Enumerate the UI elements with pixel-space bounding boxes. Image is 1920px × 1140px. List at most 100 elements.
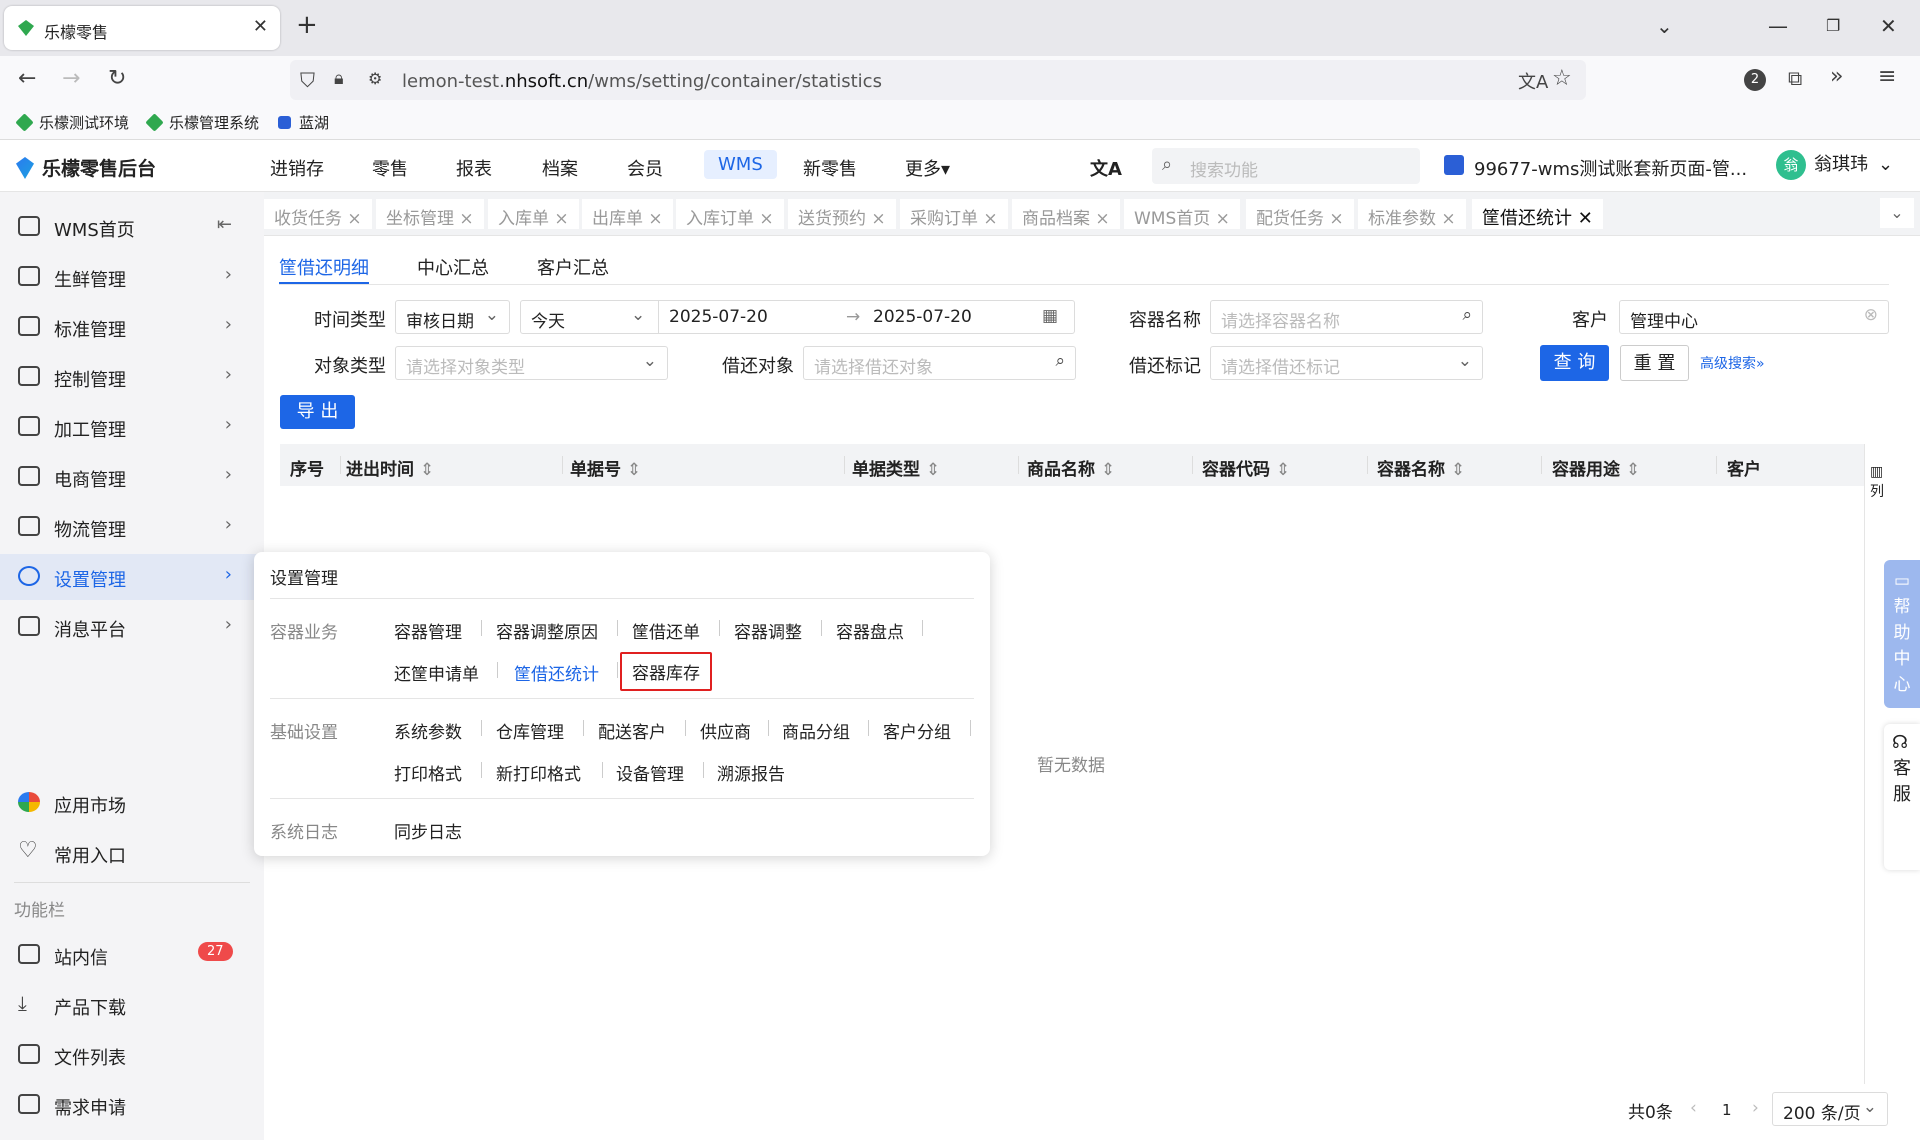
sidebar-item-files[interactable]: 文件列表 [0, 1032, 264, 1078]
sidebar-item-processing[interactable]: 加工管理 › [0, 404, 264, 450]
link-device-mgmt[interactable]: 设备管理 [616, 760, 684, 785]
tab-purchase-order[interactable]: 采购订单 × [900, 199, 1008, 229]
col-product[interactable]: 商品名称 ⇕ [1027, 455, 1115, 480]
customer-service-button[interactable]: ☊ 客服 [1884, 724, 1920, 870]
nav-inventory[interactable]: 进销存 [270, 155, 324, 181]
bookmark-star-icon[interactable]: ☆ [1552, 66, 1572, 91]
sidebar-item-app-market[interactable]: 应用市场 [0, 780, 264, 826]
function-search[interactable]: ⌕ 搜索功能 [1152, 148, 1420, 184]
borrow-mark-select[interactable]: 请选择借还标记 ⌄ [1210, 346, 1483, 380]
nav-retail[interactable]: 零售 [372, 155, 408, 181]
tab-outbound[interactable]: 出库单 × [582, 199, 673, 229]
link-product-group[interactable]: 商品分组 [782, 718, 850, 743]
current-page[interactable]: 1 [1722, 1101, 1732, 1119]
extensions-icon[interactable]: ⧉ [1788, 66, 1802, 90]
link-sync-log[interactable]: 同步日志 [394, 818, 462, 843]
bookmark-lanhu[interactable]: 蓝湖 [278, 112, 329, 133]
customer-select[interactable]: 管理中心 ⊗ [1619, 300, 1889, 334]
object-type-select[interactable]: 请选择对象类型 ⌄ [395, 346, 668, 380]
link-trace-report[interactable]: 溯源报告 [717, 760, 785, 785]
nav-more[interactable]: 更多▾ [905, 155, 950, 181]
tab-inbound-order[interactable]: 入库订单 × [676, 199, 784, 229]
app-logo[interactable]: 乐檬零售后台 [16, 154, 156, 181]
tab-crate-statistics[interactable]: 筐借还统计 ✕ [1472, 199, 1603, 229]
collapse-sidebar-icon[interactable]: ⇤ [217, 214, 232, 235]
sidebar-item-standard[interactable]: 标准管理 › [0, 304, 264, 350]
prev-page-icon[interactable]: ‹ [1690, 1098, 1697, 1118]
sidebar-item-download[interactable]: ⤓ 产品下载 [0, 982, 264, 1028]
tab-receiving[interactable]: 收货任务 × [264, 199, 372, 229]
nav-member[interactable]: 会员 [627, 155, 663, 181]
tab-delivery-booking[interactable]: 送货预约 × [788, 199, 896, 229]
shield-icon[interactable]: ⛉ [300, 68, 315, 92]
minimize-icon[interactable]: — [1768, 14, 1788, 38]
address-bar[interactable]: ⛉ 🔒︎ ⚙ lemon-test.nhsoft.cn/wms/setting/… [290, 60, 1586, 100]
link-new-print-format[interactable]: 新打印格式 [496, 760, 581, 785]
nav-archive[interactable]: 档案 [542, 155, 578, 181]
link-container-mgmt[interactable]: 容器管理 [394, 618, 462, 643]
link-crate-statistics[interactable]: 筐借还统计 [514, 660, 599, 685]
subtab-center-summary[interactable]: 中心汇总 [417, 254, 489, 280]
window-close-icon[interactable]: ✕ [1880, 14, 1897, 38]
tab-coordinate[interactable]: 坐标管理 × [376, 199, 484, 229]
calendar-icon[interactable]: ▦ [1042, 306, 1058, 326]
link-system-params[interactable]: 系统参数 [394, 718, 462, 743]
date-from[interactable]: 2025-07-20 [669, 307, 768, 327]
col-container-code[interactable]: 容器代码 ⇕ [1202, 455, 1290, 480]
clear-icon[interactable]: ⊗ [1864, 305, 1878, 325]
user-menu[interactable]: 翁翁琪玮 ⌄ [1776, 150, 1893, 180]
export-button[interactable]: 导 出 [280, 395, 355, 429]
link-customer-group[interactable]: 客户分组 [883, 718, 951, 743]
container-name-input[interactable]: 请选择容器名称 ⌕ [1210, 300, 1483, 334]
date-to[interactable]: 2025-07-20 [873, 307, 972, 327]
link-warehouse-mgmt[interactable]: 仓库管理 [496, 718, 564, 743]
query-button[interactable]: 查 询 [1540, 345, 1609, 381]
link-container-stock[interactable]: 容器库存 [620, 652, 712, 691]
reset-button[interactable]: 重 置 [1620, 345, 1689, 381]
subtab-detail[interactable]: 筐借还明细 [279, 254, 369, 280]
bookmark-mgmt[interactable]: 乐檬管理系统 [145, 112, 259, 133]
col-container-name[interactable]: 容器名称 ⇕ [1377, 455, 1465, 480]
link-delivery-customer[interactable]: 配送客户 [598, 718, 666, 743]
browser-tab[interactable]: 乐檬零售 ✕ [4, 6, 280, 50]
sidebar-item-settings[interactable]: 设置管理 › [0, 554, 264, 600]
sidebar-item-fresh[interactable]: 生鲜管理 › [0, 254, 264, 300]
tab-list-icon[interactable]: ⌄ [1656, 14, 1673, 38]
subtab-customer-summary[interactable]: 客户汇总 [537, 254, 609, 280]
borrow-object-input[interactable]: 请选择借还对象 ⌕ [803, 346, 1076, 380]
sidebar-item-request[interactable]: 需求申请 [0, 1082, 264, 1128]
sidebar-item-inbox[interactable]: 站内信 27 [0, 932, 264, 978]
extension-badge-icon[interactable]: 2 [1744, 69, 1766, 91]
link-supplier[interactable]: 供应商 [700, 718, 751, 743]
col-time[interactable]: 进出时间 ⇕ [346, 455, 434, 480]
tab-standard-params[interactable]: 标准参数 × [1358, 199, 1466, 229]
new-tab-icon[interactable]: + [296, 10, 318, 40]
restore-icon[interactable]: ❐ [1826, 16, 1840, 35]
tab-picking[interactable]: 配货任务 × [1246, 199, 1354, 229]
account-set-name[interactable]: 99677-wms测试账套新页面-管... [1474, 155, 1747, 181]
help-center-button[interactable]: ▭ 帮助中心 [1884, 560, 1920, 708]
nav-new-retail[interactable]: 新零售 [803, 155, 857, 181]
col-container-use[interactable]: 容器用途 ⇕ [1552, 455, 1640, 480]
sidebar-item-message[interactable]: 消息平台 › [0, 604, 264, 650]
nav-report[interactable]: 报表 [456, 155, 492, 181]
link-print-format[interactable]: 打印格式 [394, 760, 462, 785]
link-return-request[interactable]: 还筐申请单 [394, 660, 479, 685]
sidebar-item-control[interactable]: 控制管理 › [0, 354, 264, 400]
sidebar-item-wms-home[interactable]: WMS首页 ⇤ [0, 204, 264, 250]
tab-inbound[interactable]: 入库单 × [488, 199, 579, 229]
col-doc-type[interactable]: 单据类型 ⇕ [852, 455, 940, 480]
sidebar-item-ecommerce[interactable]: 电商管理 › [0, 454, 264, 500]
back-icon[interactable]: ← [18, 66, 36, 91]
link-adjust-reason[interactable]: 容器调整原因 [496, 618, 598, 643]
advanced-search-link[interactable]: 高级搜索» [1700, 353, 1765, 373]
sidebar-item-favorites[interactable]: ♡ 常用入口 [0, 830, 264, 876]
language-icon[interactable]: 文A [1090, 155, 1122, 181]
url-text[interactable]: lemon-test.nhsoft.cn/wms/setting/contain… [402, 71, 882, 92]
translate-icon[interactable]: 文A [1518, 68, 1548, 94]
date-range-picker[interactable]: 今天 ⌄ 2025-07-20 → 2025-07-20 ▦ [520, 300, 1075, 334]
menu-icon[interactable]: ≡ [1878, 64, 1896, 89]
col-doc-no[interactable]: 单据号 ⇕ [570, 455, 641, 480]
tab-wms-home[interactable]: WMS首页 × [1124, 199, 1240, 229]
next-page-icon[interactable]: › [1752, 1098, 1759, 1118]
